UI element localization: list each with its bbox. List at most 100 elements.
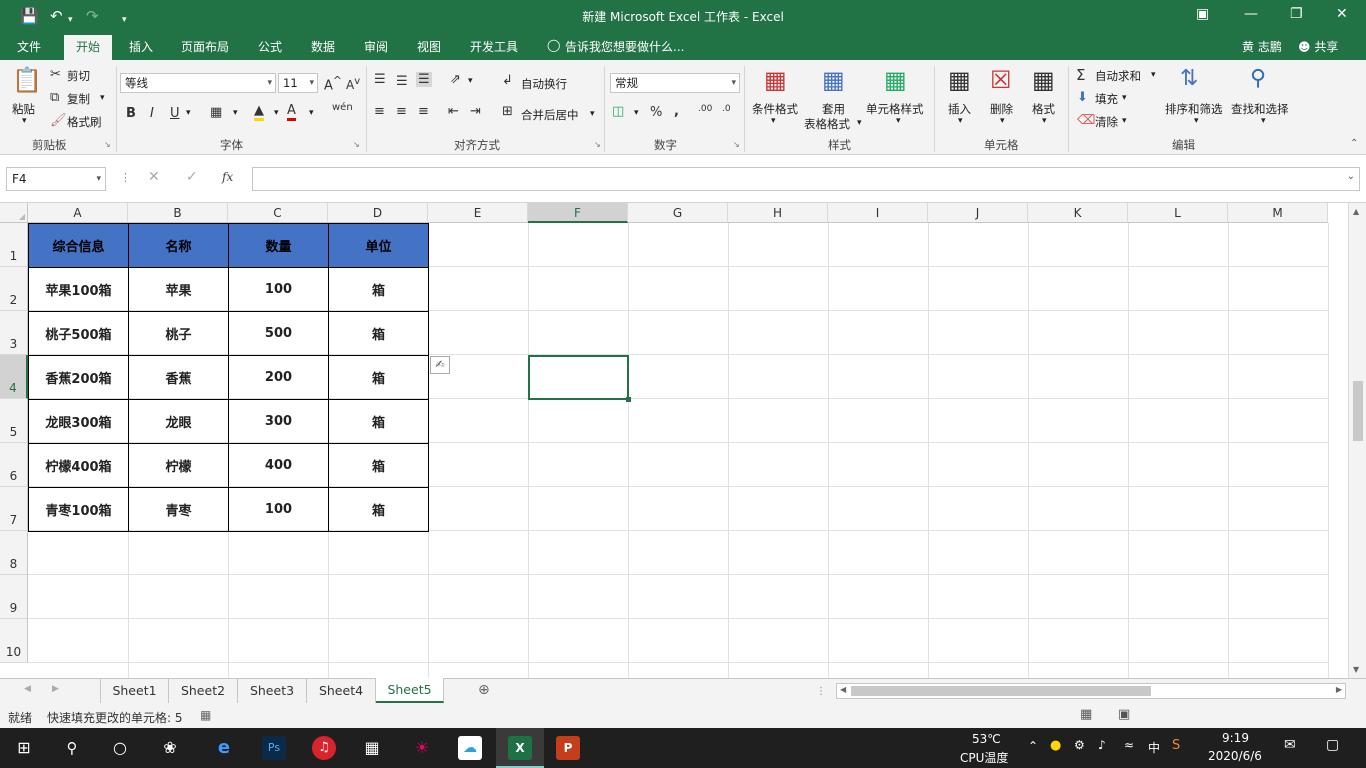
powerpoint-icon[interactable]: P [556,736,580,760]
clear-dropdown-icon[interactable]: ▾ [1122,116,1127,126]
decrease-decimal-icon[interactable]: .0 [722,104,731,114]
wrap-text-button[interactable]: 自动换行 [521,76,567,92]
tab-developer[interactable]: 开发工具 [470,38,518,55]
table-cell[interactable]: 苹果100箱 [28,267,129,312]
task-view-icon[interactable]: ○ [108,736,132,760]
accounting-format-icon[interactable]: ◫ [612,104,624,119]
add-sheet-icon[interactable]: ⊕ [478,682,490,698]
sheet-tab-3[interactable]: Sheet3 [238,679,307,703]
format-painter-button[interactable]: 格式刷 [67,114,102,130]
sheet-tab-2[interactable]: Sheet2 [169,679,238,703]
align-top-icon[interactable]: ☰ [374,72,386,87]
enter-icon[interactable]: ✓ [186,169,198,185]
table-cell[interactable]: 青枣100箱 [28,487,129,532]
cancel-icon[interactable]: ✕ [148,169,160,185]
cell-styles-icon[interactable]: ▦ [884,66,907,94]
active-cell-F4[interactable] [528,355,629,400]
minimize-button[interactable]: — [1244,6,1258,22]
tray-tool-icon[interactable]: ⚙ [1074,738,1085,752]
column-header-A[interactable]: A [28,203,128,223]
fill-handle[interactable] [626,397,631,402]
sogou-ime-icon[interactable]: S [1172,738,1180,753]
find-select-button[interactable]: 查找和选择 [1231,101,1289,117]
table-format-line1[interactable]: 套用 [822,101,845,117]
increase-decimal-icon[interactable]: .00 [698,104,712,114]
delete-cells-button[interactable]: 删除 [990,101,1013,117]
column-header-M[interactable]: M [1228,203,1328,223]
orientation-dropdown-icon[interactable]: ▾ [468,76,473,86]
column-header-H[interactable]: H [728,203,828,223]
decrease-font-icon[interactable]: Av [346,76,360,92]
align-center-icon[interactable]: ≡ [396,104,407,119]
share-button[interactable]: ☻ 共享 [1298,38,1338,55]
next-sheet-icon[interactable]: ▶ [52,684,59,694]
ime-indicator[interactable]: 中 [1148,739,1160,756]
borders-icon[interactable]: ▦ [210,105,222,120]
column-header-B[interactable]: B [128,203,228,223]
table-cell[interactable]: 香蕉 [128,355,229,400]
eraser-icon[interactable]: ⌫ [1077,113,1095,128]
underline-icon[interactable]: U [170,106,180,121]
calculator-icon[interactable]: ▦ [360,736,384,760]
tell-me-box[interactable]: 告诉我您想要做什么... [565,38,684,55]
insert-function-icon[interactable]: fx [222,170,233,184]
worksheet-grid[interactable]: ◢ ABCDEFGHIJKLM 1 2 3 4 5 6 7 8 9 10 综合信息 名称 数量 单位 苹果… [0,203,1366,678]
tab-data[interactable]: 数据 [311,38,335,55]
vertical-scroll-thumb[interactable] [1353,381,1363,441]
tab-page-layout[interactable]: 页面布局 [181,38,229,55]
bold-icon[interactable]: B [126,106,136,121]
increase-indent-icon[interactable]: ⇥ [470,104,481,119]
alignment-launcher-icon[interactable]: ↘ [594,140,601,149]
merge-center-button[interactable]: 合并后居中 [521,107,579,123]
row-header-3[interactable]: 3 [0,311,28,355]
scroll-up-icon[interactable]: ▲ [1353,207,1359,216]
insert-cells-button[interactable]: 插入 [948,101,971,117]
conditional-format-button[interactable]: 条件格式 [752,101,798,117]
ribbon-display-icon[interactable]: ▣ [1196,6,1209,22]
excel-taskbar-button[interactable]: X [496,728,544,768]
close-button[interactable]: ✕ [1336,6,1348,22]
scissors-icon[interactable]: ✂ [50,67,61,82]
column-header-F[interactable]: F [528,203,628,223]
italic-icon[interactable]: I [150,106,154,121]
cut-button[interactable]: 剪切 [67,68,90,84]
table-header-cell[interactable]: 名称 [128,223,229,268]
baidu-netdisk-icon[interactable]: ☁ [458,736,482,760]
tab-review[interactable]: 审阅 [364,38,388,55]
conditional-format-icon[interactable]: ▦ [764,66,787,94]
column-header-E[interactable]: E [428,203,528,223]
number-format-select[interactable]: 常规 ▾ [610,73,740,93]
table-cell[interactable]: 100 [228,487,329,532]
table-cell[interactable]: 龙眼300箱 [28,399,129,444]
fill-down-icon[interactable]: ⬇ [1077,90,1088,105]
name-box[interactable]: F4 ▾ [6,167,106,191]
font-color-icon[interactable]: A [287,104,296,121]
font-name-select[interactable]: 等线 ▾ [120,73,276,93]
tab-home[interactable]: 开始 [64,35,112,60]
paste-icon[interactable]: 📋 [12,66,42,94]
format-dropdown-icon[interactable]: ▾ [1042,116,1047,126]
flash-fill-options-icon[interactable]: ✍ [430,356,450,374]
scroll-down-icon[interactable]: ▼ [1353,665,1359,674]
vertical-scrollbar[interactable]: ▲ ▼ [1348,203,1366,678]
number-launcher-icon[interactable]: ↘ [733,140,740,149]
borders-dropdown-icon[interactable]: ▾ [233,108,238,118]
maximize-button[interactable]: ❐ [1290,6,1303,22]
conditional-dropdown-icon[interactable]: ▾ [771,116,776,126]
sort-filter-button[interactable]: 排序和筛选 [1165,101,1223,117]
user-name[interactable]: 黄 志鹏 [1242,38,1282,55]
increase-font-icon[interactable]: A^ [324,74,342,93]
column-header-I[interactable]: I [828,203,928,223]
tray-expand-icon[interactable]: ⌃ [1028,739,1038,753]
font-launcher-icon[interactable]: ↘ [353,140,360,149]
wifi-icon[interactable]: ≈ [1124,738,1134,752]
cell-styles-dropdown-icon[interactable]: ▾ [896,116,901,126]
expand-formula-icon[interactable]: ⌄ [1347,171,1355,182]
font-color-dropdown-icon[interactable]: ▾ [309,108,314,118]
align-bottom-icon[interactable]: ☰ [416,72,432,87]
accounting-dropdown-icon[interactable]: ▾ [634,108,639,118]
align-middle-icon[interactable]: ☰ [396,74,408,89]
row-header-4[interactable]: 4 [0,355,28,399]
table-cell[interactable]: 苹果 [128,267,229,312]
format-cells-icon[interactable]: ▦ [1032,66,1055,94]
